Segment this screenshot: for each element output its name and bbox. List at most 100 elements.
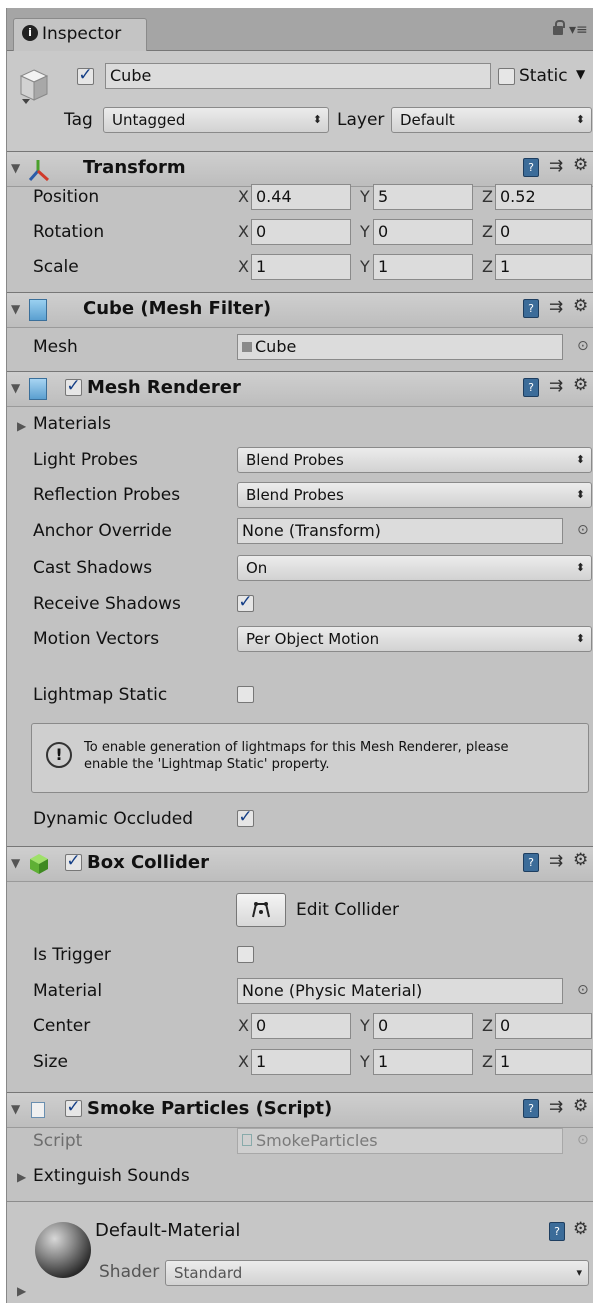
axis-x-label[interactable]: X <box>238 221 249 243</box>
object-picker-icon[interactable]: ⊙ <box>577 982 589 998</box>
mesh-filter-header[interactable]: ▼ Cube (Mesh Filter) ? ⇉ ⚙ <box>7 292 593 328</box>
object-picker-icon[interactable]: ⊙ <box>577 522 589 538</box>
gear-icon[interactable]: ⚙ <box>573 375 588 395</box>
gear-icon[interactable]: ⚙ <box>573 850 588 870</box>
lock-shackle <box>555 20 565 28</box>
axis-y-label[interactable]: Y <box>360 221 370 243</box>
axis-z-label[interactable]: Z <box>482 1015 493 1037</box>
cast-shadows-dropdown[interactable]: On ⬍ <box>237 555 592 581</box>
help-book-icon[interactable]: ? <box>523 299 539 318</box>
info-text-line2: enable the 'Lightmap Static' property. <box>84 757 330 772</box>
mesh-renderer-header[interactable]: ▼ ✓ Mesh Renderer ? ⇉ ⚙ <box>7 371 593 407</box>
chevron-updown-icon: ⬍ <box>575 453 585 466</box>
physic-material-field[interactable]: None (Physic Material) <box>237 978 563 1004</box>
help-book-icon[interactable]: ? <box>523 853 539 872</box>
gear-icon[interactable]: ⚙ <box>573 1219 588 1239</box>
position-y-input[interactable]: 5 <box>373 184 473 210</box>
mesh-renderer-enabled-checkbox[interactable]: ✓ <box>65 378 82 396</box>
fold-arrow-icon[interactable]: ▼ <box>11 1102 20 1116</box>
static-checkbox[interactable] <box>498 68 515 85</box>
axis-y-label[interactable]: Y <box>360 1015 370 1037</box>
fold-arrow-icon[interactable]: ▼ <box>11 381 20 395</box>
axis-x-label[interactable]: X <box>238 186 249 208</box>
edit-collider-icon <box>250 900 272 924</box>
foldout-arrow-icon[interactable]: ▶ <box>17 1284 26 1298</box>
fold-arrow-icon[interactable]: ▼ <box>11 856 20 870</box>
object-name-input[interactable]: Cube <box>105 63 491 89</box>
axis-x-label[interactable]: X <box>238 256 249 278</box>
material-name: Default-Material <box>95 1220 241 1241</box>
axis-z-label[interactable]: Z <box>482 256 493 278</box>
position-x-input[interactable]: 0.44 <box>251 184 351 210</box>
axis-y-label[interactable]: Y <box>360 1051 370 1073</box>
scale-y-input[interactable]: 1 <box>373 254 473 280</box>
extinguish-sounds-foldout[interactable]: Extinguish Sounds <box>33 1165 190 1187</box>
size-x-input[interactable]: 1 <box>251 1049 351 1075</box>
anchor-override-field[interactable]: None (Transform) <box>237 518 563 544</box>
smoke-particles-header[interactable]: ▼ ✓ Smoke Particles (Script) ? ⇉ ⚙ <box>7 1092 593 1128</box>
center-z-input[interactable]: 0 <box>495 1013 592 1039</box>
receive-shadows-checkbox[interactable]: ✓ <box>237 594 254 612</box>
object-active-checkbox[interactable]: ✓ <box>77 67 94 85</box>
help-book-icon[interactable]: ? <box>549 1222 565 1241</box>
preset-sliders-icon[interactable]: ⇉ <box>549 297 563 317</box>
axis-x-label[interactable]: X <box>238 1051 249 1073</box>
layer-dropdown[interactable]: Default ⬍ <box>391 107 592 133</box>
static-dropdown-arrow[interactable]: ▼ <box>576 67 585 81</box>
script-label: Script <box>33 1131 83 1151</box>
axis-z-label[interactable]: Z <box>482 221 493 243</box>
foldout-arrow-icon[interactable]: ▶ <box>17 1170 26 1184</box>
axis-y-label[interactable]: Y <box>360 186 370 208</box>
preset-sliders-icon[interactable]: ⇉ <box>549 156 563 176</box>
rotation-z-input[interactable]: 0 <box>495 219 592 245</box>
dynamic-occluded-label: Dynamic Occluded <box>33 809 193 829</box>
help-book-icon[interactable]: ? <box>523 1099 539 1118</box>
edit-collider-button[interactable] <box>236 893 286 927</box>
tab-inspector[interactable]: i Inspector <box>13 18 147 51</box>
gear-icon[interactable]: ⚙ <box>573 155 588 175</box>
foldout-arrow-icon[interactable]: ▶ <box>17 419 26 433</box>
is-trigger-checkbox[interactable] <box>237 946 254 963</box>
center-y-input[interactable]: 0 <box>373 1013 473 1039</box>
rotation-x-input[interactable]: 0 <box>251 219 351 245</box>
fold-arrow-icon[interactable]: ▼ <box>11 302 20 316</box>
motion-vectors-dropdown[interactable]: Per Object Motion ⬍ <box>237 626 592 652</box>
scale-x-input[interactable]: 1 <box>251 254 351 280</box>
smoke-particles-enabled-checkbox[interactable]: ✓ <box>65 1099 82 1117</box>
box-collider-enabled-checkbox[interactable]: ✓ <box>65 853 82 871</box>
box-collider-header[interactable]: ▼ ✓ Box Collider ? ⇉ ⚙ <box>7 846 593 882</box>
lightmap-static-checkbox[interactable] <box>237 686 254 703</box>
gear-icon[interactable]: ⚙ <box>573 296 588 316</box>
help-book-icon[interactable]: ? <box>523 378 539 397</box>
preset-sliders-icon[interactable]: ⇉ <box>549 1097 563 1117</box>
dynamic-occluded-checkbox[interactable]: ✓ <box>237 809 254 827</box>
preset-sliders-icon[interactable]: ⇉ <box>549 851 563 871</box>
shader-dropdown[interactable]: Standard ▾ <box>165 1260 589 1286</box>
preset-sliders-icon[interactable]: ⇉ <box>549 376 563 396</box>
tag-dropdown[interactable]: Untagged ⬍ <box>103 107 329 133</box>
scale-label: Scale <box>33 257 79 277</box>
materials-foldout[interactable]: Materials <box>33 413 111 435</box>
axis-x-label[interactable]: X <box>238 1015 249 1037</box>
transform-header[interactable]: ▼ Transform ? ⇉ ⚙ <box>7 151 593 187</box>
reflection-probes-dropdown[interactable]: Blend Probes ⬍ <box>237 482 592 508</box>
axis-z-label[interactable]: Z <box>482 1051 493 1073</box>
info-text-line1: To enable generation of lightmaps for th… <box>84 740 509 755</box>
menu-icon[interactable]: ▾≡ <box>569 22 588 38</box>
object-picker-icon[interactable]: ⊙ <box>577 338 589 354</box>
gear-icon[interactable]: ⚙ <box>573 1096 588 1116</box>
axis-z-label[interactable]: Z <box>482 186 493 208</box>
fold-arrow-icon[interactable]: ▼ <box>11 161 20 175</box>
mesh-object-field[interactable]: Cube <box>237 334 563 360</box>
axis-y-label[interactable]: Y <box>360 256 370 278</box>
rotation-y-input[interactable]: 0 <box>373 219 473 245</box>
inspector-panel: i Inspector ▾≡ ✓ Cube Static ▼ Tag Untag… <box>6 8 593 1303</box>
light-probes-dropdown[interactable]: Blend Probes ⬍ <box>237 447 592 473</box>
help-book-icon[interactable]: ? <box>523 158 539 177</box>
anchor-override-label: Anchor Override <box>33 521 172 541</box>
scale-z-input[interactable]: 1 <box>495 254 592 280</box>
position-z-input[interactable]: 0.52 <box>495 184 592 210</box>
size-y-input[interactable]: 1 <box>373 1049 473 1075</box>
center-x-input[interactable]: 0 <box>251 1013 351 1039</box>
size-z-input[interactable]: 1 <box>495 1049 592 1075</box>
